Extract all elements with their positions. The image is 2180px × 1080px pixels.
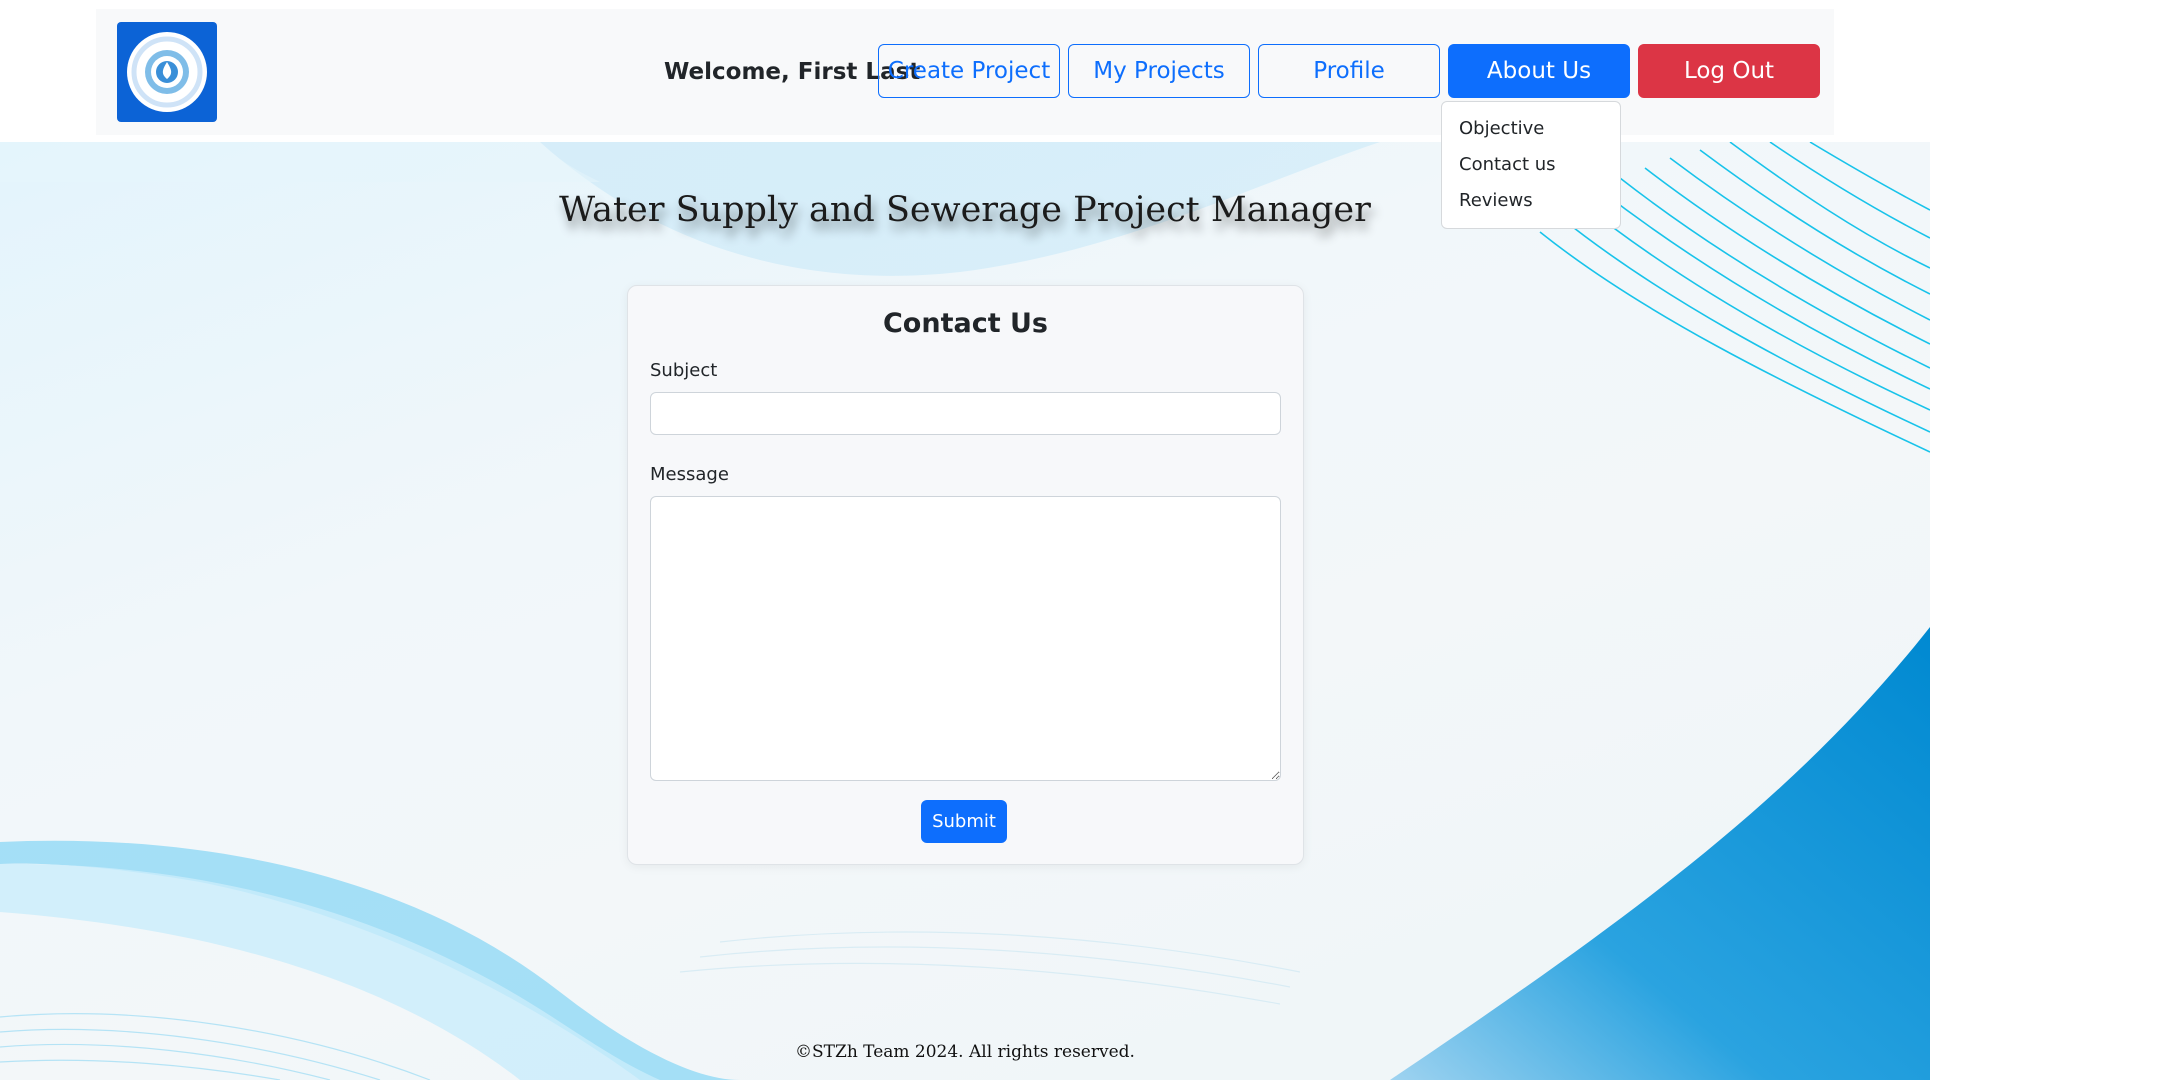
dropdown-item-objective[interactable]: Objective xyxy=(1442,110,1620,146)
app-logo[interactable] xyxy=(117,22,217,122)
log-out-button[interactable]: Log Out xyxy=(1638,44,1820,98)
about-us-button[interactable]: About Us xyxy=(1448,44,1630,98)
contact-form-card: Contact Us Subject Message Submit xyxy=(627,285,1304,865)
subject-input[interactable] xyxy=(650,392,1281,435)
create-project-button[interactable]: Create Project xyxy=(878,44,1060,98)
dropdown-item-contact-us[interactable]: Contact us xyxy=(1442,146,1620,182)
contact-form-title: Contact Us xyxy=(882,308,1049,339)
page-title: Water Supply and Sewerage Project Manage… xyxy=(559,190,1371,230)
submit-button[interactable]: Submit xyxy=(921,800,1007,843)
water-drop-logo-icon xyxy=(127,32,207,112)
profile-button[interactable]: Profile xyxy=(1258,44,1440,98)
message-label: Message xyxy=(650,464,729,485)
subject-label: Subject xyxy=(650,360,718,381)
message-textarea[interactable] xyxy=(650,496,1281,781)
my-projects-button[interactable]: My Projects xyxy=(1068,44,1250,98)
footer-copyright: ©STZh Team 2024. All rights reserved. xyxy=(795,1042,1135,1062)
page: Welcome, First Last Create Project My Pr… xyxy=(0,0,2180,1080)
